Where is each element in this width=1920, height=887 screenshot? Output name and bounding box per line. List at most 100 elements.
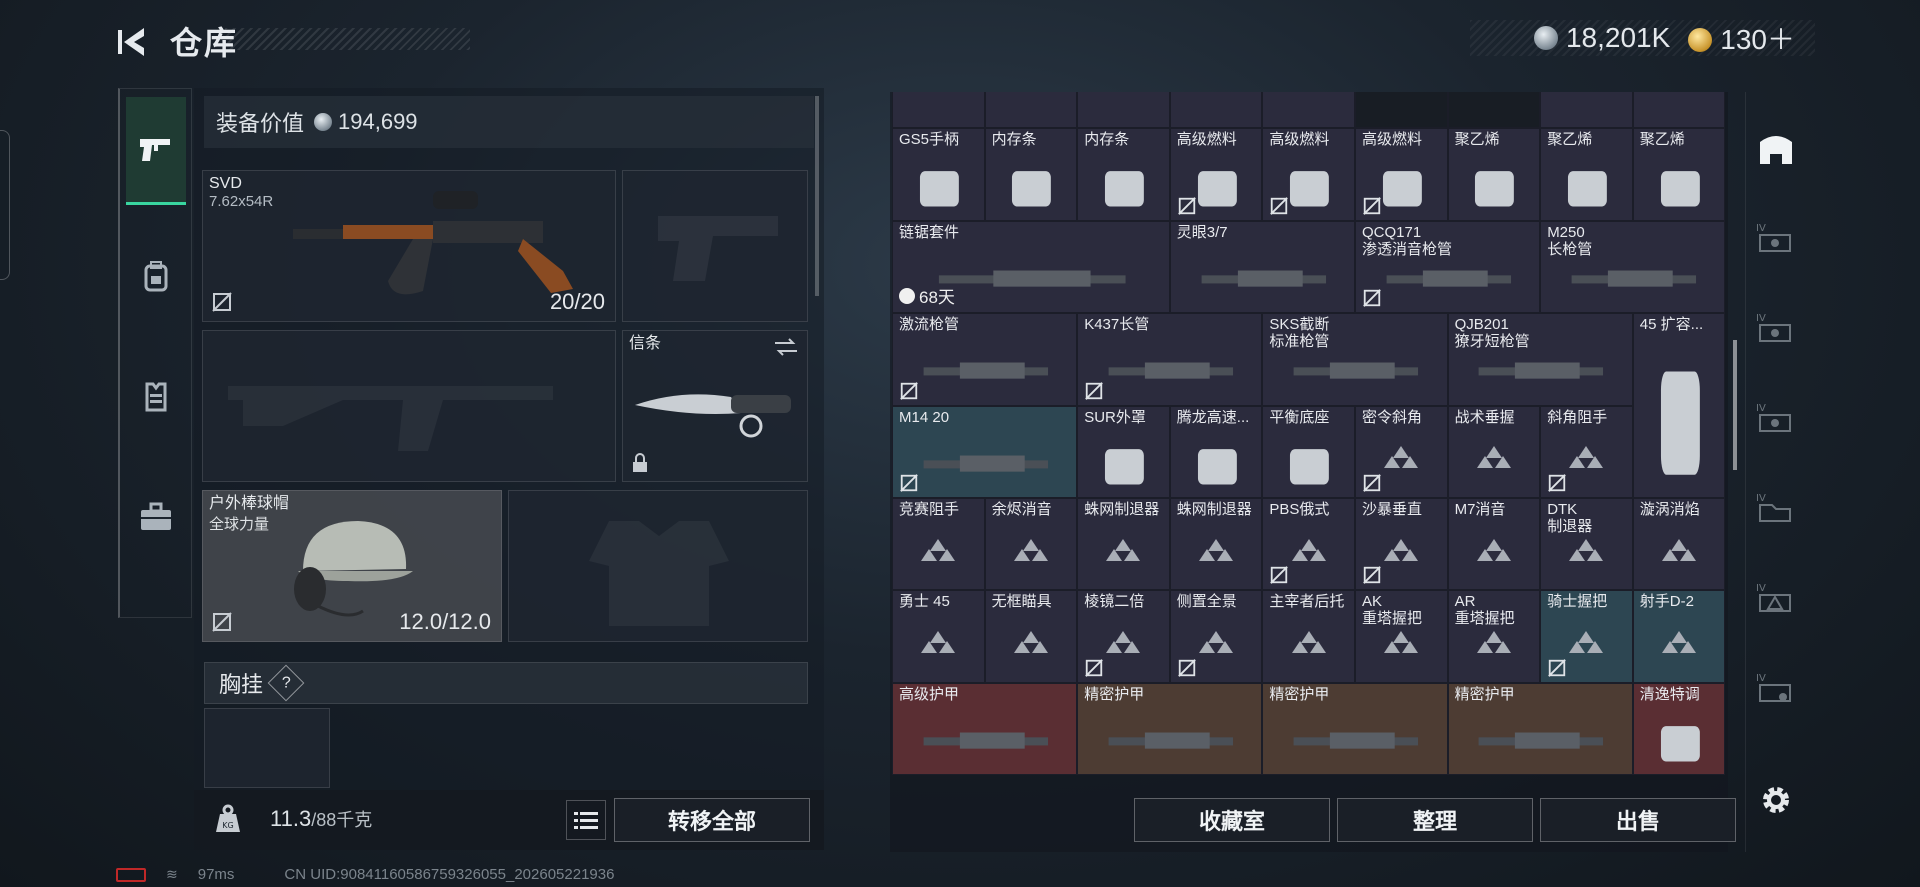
stash-item-cell[interactable]: M7消音 [1447, 498, 1541, 591]
item-image [1293, 362, 1419, 379]
stash-item-cell[interactable]: 高级燃料 [1355, 128, 1448, 221]
item-image [1012, 171, 1052, 207]
stash-item-cell[interactable]: AR 重塔握把 [1447, 590, 1541, 683]
stash-item-cell[interactable]: 链锯套件 68天 [892, 220, 1170, 314]
stash-item-cell[interactable]: 高级护甲 [892, 682, 1078, 776]
melee-slot[interactable]: 信条 [622, 330, 808, 482]
stash-item-cell[interactable] [1447, 92, 1541, 129]
stash-item-cell[interactable]: 45 扩容... [1632, 313, 1726, 498]
stash-item-cell[interactable]: GS5手柄 [892, 128, 985, 221]
stash-item-cell[interactable]: 战术垂握 [1447, 405, 1541, 498]
misc-filter-icon: IV [1756, 673, 1791, 702]
stash-item-cell[interactable]: 骑士握把 [1540, 590, 1633, 683]
stash-item-cell[interactable]: 聚乙烯 [1447, 128, 1541, 221]
no-lock-icon [1363, 289, 1381, 308]
stash-item-cell[interactable]: QCQ171 渗透消音枪管 [1355, 220, 1541, 314]
gold-currency[interactable]: 130＋ [1688, 18, 1795, 58]
attachment-placeholder-icon [1476, 538, 1511, 561]
item-label: 主宰者后托 [1269, 593, 1345, 611]
primary-weapon-slot[interactable]: SVD 7.62x54R 20/20 [202, 170, 616, 322]
collection-room-button[interactable]: 收藏室 [1134, 798, 1330, 842]
stash-item-cell[interactable]: M14 20 [892, 405, 1078, 498]
attachment-placeholder-icon [1569, 631, 1604, 654]
stash-item-cell[interactable]: 棱镜二倍 [1077, 590, 1170, 683]
chest-rig-slot[interactable] [204, 708, 330, 788]
stash-item-cell[interactable]: 平衡底座 [1262, 405, 1355, 498]
stash-item-cell[interactable]: 射手D-2 [1632, 590, 1726, 683]
equipment-scrollbar[interactable] [815, 96, 819, 296]
stash-item-cell[interactable]: 蛛网制退器 [1169, 498, 1263, 591]
stash-item-cell[interactable]: DTK 制退器 [1540, 498, 1633, 591]
stash-item-cell[interactable] [1355, 92, 1448, 129]
sort-button[interactable]: 整理 [1337, 798, 1533, 842]
stash-item-cell[interactable]: 腾龙高速... [1169, 405, 1263, 498]
stash-item-cell[interactable]: 密令斜角 [1355, 405, 1448, 498]
stash-item-cell[interactable] [1169, 92, 1263, 129]
stash-item-cell[interactable]: 高级燃料 [1262, 128, 1355, 221]
filter-ammo[interactable]: IV [1754, 306, 1798, 350]
stash-item-cell[interactable]: AK 重塔握把 [1355, 590, 1448, 683]
sell-button[interactable]: 出售 [1540, 798, 1736, 842]
secondary-weapon-slot[interactable] [202, 330, 616, 482]
stash-item-cell[interactable]: 聚乙烯 [1540, 128, 1633, 221]
tab-case[interactable] [126, 487, 186, 547]
filter-weapons[interactable]: IV [1754, 216, 1798, 260]
stash-item-cell[interactable]: 聚乙烯 [1632, 128, 1726, 221]
stash-item-cell[interactable]: 竞赛阻手 [892, 498, 985, 591]
stash-item-cell[interactable] [1077, 92, 1170, 129]
stash-item-cell[interactable]: SUR外罩 [1077, 405, 1170, 498]
stash-item-cell[interactable]: SKS截断 标准枪管 [1262, 313, 1448, 406]
transfer-all-button[interactable]: 转移全部 [614, 798, 810, 842]
stash-item-cell[interactable]: 内存条 [984, 128, 1078, 221]
stash-item-cell[interactable]: QJB201 獠牙短枪管 [1447, 313, 1633, 406]
back-button[interactable] [114, 22, 154, 62]
stash-item-cell[interactable]: 精密护甲 [1077, 682, 1263, 776]
stash-item-cell[interactable] [892, 92, 985, 129]
armor-slot[interactable] [508, 490, 808, 642]
stash-item-cell[interactable]: PBS俄式 [1262, 498, 1355, 591]
silver-currency[interactable]: 18,201K [1533, 22, 1670, 54]
no-lock-icon [1363, 196, 1381, 215]
stash-item-cell[interactable]: M250 长枪管 [1540, 220, 1726, 314]
stash-item-cell[interactable]: 无框瞄具 [984, 590, 1078, 683]
settings-button[interactable] [1754, 778, 1798, 822]
stash-item-cell[interactable]: K437长管 [1077, 313, 1263, 406]
item-label: 精密护甲 [1084, 685, 1145, 703]
help-button[interactable]: ? [267, 664, 305, 702]
stash-item-cell[interactable]: 内存条 [1077, 128, 1170, 221]
tab-backpack[interactable] [126, 247, 186, 307]
stash-item-cell[interactable]: 灵眼3/7 [1169, 220, 1355, 314]
filter-armor[interactable]: IV [1754, 396, 1798, 440]
item-image [1660, 725, 1700, 762]
stash-item-cell[interactable]: 精密护甲 [1262, 682, 1448, 776]
stash-item-cell[interactable]: 沙暴垂直 [1355, 498, 1448, 591]
stash-scrollbar[interactable] [1733, 340, 1737, 470]
filter-attachments[interactable]: IV [1754, 576, 1798, 620]
filter-misc[interactable]: IV [1754, 666, 1798, 710]
stash-item-cell[interactable]: 激流枪管 [892, 313, 1078, 406]
stash-item-cell[interactable]: 漩涡消焰 [1632, 498, 1726, 591]
filter-all[interactable] [1754, 126, 1798, 170]
stash-item-cell[interactable] [984, 92, 1078, 129]
pistol-slot[interactable] [622, 170, 808, 322]
stash-item-cell[interactable]: 主宰者后托 [1262, 590, 1355, 683]
stash-item-cell[interactable]: 侧置全景 [1169, 590, 1263, 683]
swap-icon[interactable] [773, 337, 799, 357]
list-view-button[interactable] [566, 800, 606, 840]
stash-item-cell[interactable]: 勇士 45 [892, 590, 985, 683]
helmet-slot[interactable]: 户外棒球帽 全球力量 12.0/12.0 [202, 490, 502, 642]
attachment-placeholder-icon [1106, 631, 1141, 654]
filter-containers[interactable]: IV [1754, 486, 1798, 530]
stash-item-cell[interactable] [1632, 92, 1726, 129]
stash-item-cell[interactable]: 蛛网制退器 [1077, 498, 1170, 591]
stash-item-cell[interactable]: 斜角阻手 [1540, 405, 1633, 498]
stash-item-cell[interactable]: 精密护甲 [1447, 682, 1633, 776]
tab-weapon[interactable] [126, 97, 186, 205]
stash-item-cell[interactable] [1262, 92, 1355, 129]
weight-readout: 11.3/88千克 [270, 806, 373, 831]
tab-vest[interactable] [126, 367, 186, 427]
stash-item-cell[interactable] [1540, 92, 1633, 129]
stash-item-cell[interactable]: 清逸特调 [1632, 682, 1726, 776]
stash-item-cell[interactable]: 余烬消音 [984, 498, 1078, 591]
stash-item-cell[interactable]: 高级燃料 [1169, 128, 1263, 221]
